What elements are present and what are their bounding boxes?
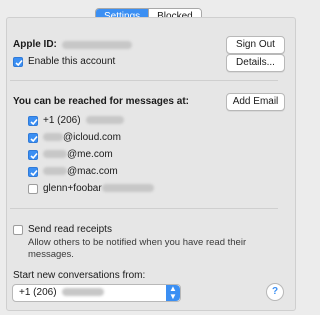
address-checkbox[interactable] [28, 167, 38, 177]
reach-label: You can be reached for messages at: [13, 96, 189, 107]
start-from-text: +1 (206) [19, 287, 57, 298]
address-item: @mac.com [43, 166, 118, 177]
start-from-value: +1 (206) [19, 287, 105, 298]
apple-id-label: Apple ID: [13, 39, 57, 50]
help-button[interactable]: ? [266, 283, 284, 301]
apple-id-value [62, 40, 132, 51]
enable-account-checkbox[interactable] [13, 57, 23, 67]
checkmark-icon [30, 118, 38, 126]
read-receipts-label: Send read receipts [28, 224, 112, 235]
address-checkbox[interactable] [28, 133, 38, 143]
address-item: @icloud.com [43, 132, 121, 143]
divider [10, 208, 278, 209]
address-checkbox[interactable] [28, 116, 38, 126]
address-item: +1 (206) [43, 115, 125, 126]
add-email-button[interactable]: Add Email [226, 93, 285, 111]
address-checkbox[interactable] [28, 184, 38, 194]
read-receipts-description: Allow others to be notified when you hav… [28, 237, 247, 260]
sign-out-button[interactable]: Sign Out [226, 36, 285, 54]
address-checkbox[interactable] [28, 150, 38, 160]
divider [10, 80, 278, 81]
chevron-updown-icon: ▲ ▼ [166, 285, 180, 301]
checkmark-icon [15, 59, 23, 67]
address-item: @me.com [43, 149, 113, 160]
checkmark-icon [30, 169, 38, 177]
address-text: @mac.com [67, 166, 118, 177]
start-from-select[interactable]: +1 (206) ▲ ▼ [12, 284, 181, 302]
checkmark-icon [30, 135, 38, 143]
address-text: glenn+foobar [43, 183, 102, 194]
address-text: @icloud.com [63, 132, 121, 143]
enable-account-label: Enable this account [28, 56, 116, 67]
details-button[interactable]: Details... [226, 54, 285, 72]
read-receipts-checkbox[interactable] [13, 225, 23, 235]
address-item: glenn+foobar [43, 183, 154, 194]
address-text: +1 (206) [43, 115, 81, 126]
start-conversations-label: Start new conversations from: [13, 270, 146, 281]
address-text: @me.com [67, 149, 113, 160]
checkmark-icon [30, 152, 38, 160]
